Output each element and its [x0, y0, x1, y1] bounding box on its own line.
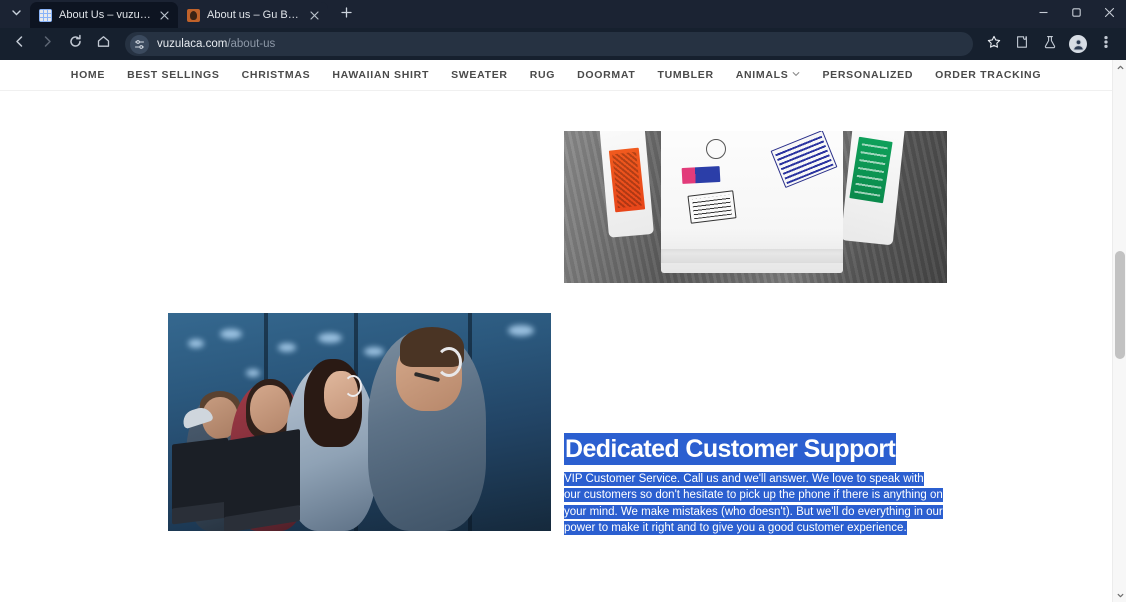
close-window-button[interactable]	[1093, 0, 1126, 28]
nav-item-tumbler[interactable]: TUMBLER	[647, 69, 725, 81]
nav-item-hawaiian-shirt[interactable]: HAWAIIAN SHIRT	[321, 69, 440, 81]
home-icon	[96, 34, 111, 54]
plus-icon	[340, 5, 352, 23]
customer-support-image	[168, 313, 551, 531]
scroll-up-button[interactable]	[1113, 60, 1126, 74]
nav-item-best-sellings[interactable]: BEST SELLINGS	[116, 69, 231, 81]
home-button[interactable]	[90, 31, 116, 57]
city-light	[364, 347, 384, 356]
city-light	[318, 333, 342, 343]
scroll-down-button[interactable]	[1113, 588, 1126, 602]
flask-icon	[1043, 35, 1057, 54]
boutique-favicon	[187, 8, 200, 22]
agent-head	[250, 385, 290, 433]
city-light	[278, 343, 296, 352]
tab-title: About us – Gu Boutique	[207, 9, 302, 21]
url-text: vuzulaca.com/about-us	[157, 38, 275, 50]
browser-toolbar: vuzulaca.com/about-us	[0, 28, 1126, 60]
browser-tab-active[interactable]: About Us – vuzulaca.com	[30, 2, 178, 28]
forward-button[interactable]	[34, 31, 60, 57]
star-icon	[987, 35, 1001, 54]
document-favicon	[39, 8, 52, 22]
close-icon	[1104, 5, 1115, 23]
nav-item-personalized[interactable]: PERSONALIZED	[811, 69, 924, 81]
chevron-down-icon	[11, 5, 22, 23]
toolbar-right-actions	[980, 31, 1120, 57]
browser-menu-button[interactable]	[1093, 31, 1119, 57]
url-path: /about-us	[227, 38, 276, 50]
scroll-up-icon	[1117, 60, 1124, 76]
headset-icon	[436, 347, 462, 377]
url-host: vuzulaca.com	[157, 38, 228, 50]
patch-orange	[608, 147, 646, 213]
tune-sliders-icon[interactable]	[130, 34, 149, 54]
profile-avatar-icon	[1069, 35, 1087, 53]
scroll-down-icon	[1117, 586, 1124, 602]
tab-title: About Us – vuzulaca.com	[59, 9, 152, 21]
three-dots-icon	[1099, 35, 1113, 54]
section-body-text: VIP Customer Service. Call us and we'll …	[564, 471, 943, 536]
reload-icon	[68, 34, 83, 54]
maximize-icon	[1071, 5, 1082, 23]
close-icon[interactable]	[306, 7, 322, 23]
laptop	[224, 428, 300, 531]
patch-label-white	[687, 190, 737, 224]
chevron-down-icon	[792, 69, 800, 81]
new-tab-button[interactable]	[333, 1, 359, 27]
patch-circle-logo	[706, 139, 726, 159]
address-bar[interactable]: vuzulaca.com/about-us	[125, 32, 973, 56]
extensions-button[interactable]	[1009, 31, 1035, 57]
city-light	[188, 339, 204, 348]
bookmark-button[interactable]	[981, 31, 1007, 57]
labs-button[interactable]	[1037, 31, 1063, 57]
nav-item-order-tracking[interactable]: ORDER TRACKING	[924, 69, 1052, 81]
window-controls	[1027, 0, 1126, 28]
nav-item-animals[interactable]: ANIMALS	[725, 69, 812, 81]
nav-item-doormat[interactable]: DOORMAT	[566, 69, 646, 81]
puzzle-piece-icon	[1015, 35, 1029, 54]
site-navigation: HOME BEST SELLINGS CHRISTMAS HAWAIIAN SH…	[0, 60, 1112, 91]
hero-product-image	[564, 131, 947, 283]
patch-navy-stripe	[681, 166, 721, 184]
page-viewport: HOME BEST SELLINGS CHRISTMAS HAWAIIAN SH…	[0, 60, 1126, 602]
reload-button[interactable]	[62, 31, 88, 57]
selected-text: VIP Customer Service. Call us and we'll …	[564, 472, 943, 535]
minimize-button[interactable]	[1027, 0, 1060, 28]
browser-tab-inactive[interactable]: About us – Gu Boutique	[178, 2, 328, 28]
scrollbar-thumb[interactable]	[1115, 251, 1125, 359]
page-title: Dedicated Customer Support	[564, 433, 897, 465]
close-icon[interactable]	[156, 7, 172, 23]
minimize-icon	[1038, 5, 1049, 23]
browser-window: About Us – vuzulaca.com About us – Gu Bo…	[0, 0, 1126, 602]
back-button[interactable]	[6, 31, 32, 57]
laptop	[172, 437, 228, 525]
city-light	[508, 325, 534, 336]
city-light	[246, 369, 260, 377]
headset-icon	[344, 375, 362, 397]
profile-button[interactable]	[1065, 31, 1091, 57]
nav-item-sweater[interactable]: SWEATER	[440, 69, 519, 81]
city-light	[220, 329, 242, 339]
nav-item-rug[interactable]: RUG	[519, 69, 566, 81]
forward-arrow-icon	[40, 34, 55, 54]
web-page: HOME BEST SELLINGS CHRISTMAS HAWAIIAN SH…	[0, 60, 1112, 602]
nav-item-christmas[interactable]: CHRISTMAS	[231, 69, 322, 81]
page-scrollbar[interactable]	[1112, 60, 1126, 602]
nav-item-home[interactable]: HOME	[60, 69, 116, 81]
maximize-button[interactable]	[1060, 0, 1093, 28]
tab-strip: About Us – vuzulaca.com About us – Gu Bo…	[0, 0, 1126, 28]
back-arrow-icon	[12, 34, 27, 54]
nav-item-animals-label: ANIMALS	[735, 69, 789, 81]
tab-search-button[interactable]	[4, 2, 28, 26]
